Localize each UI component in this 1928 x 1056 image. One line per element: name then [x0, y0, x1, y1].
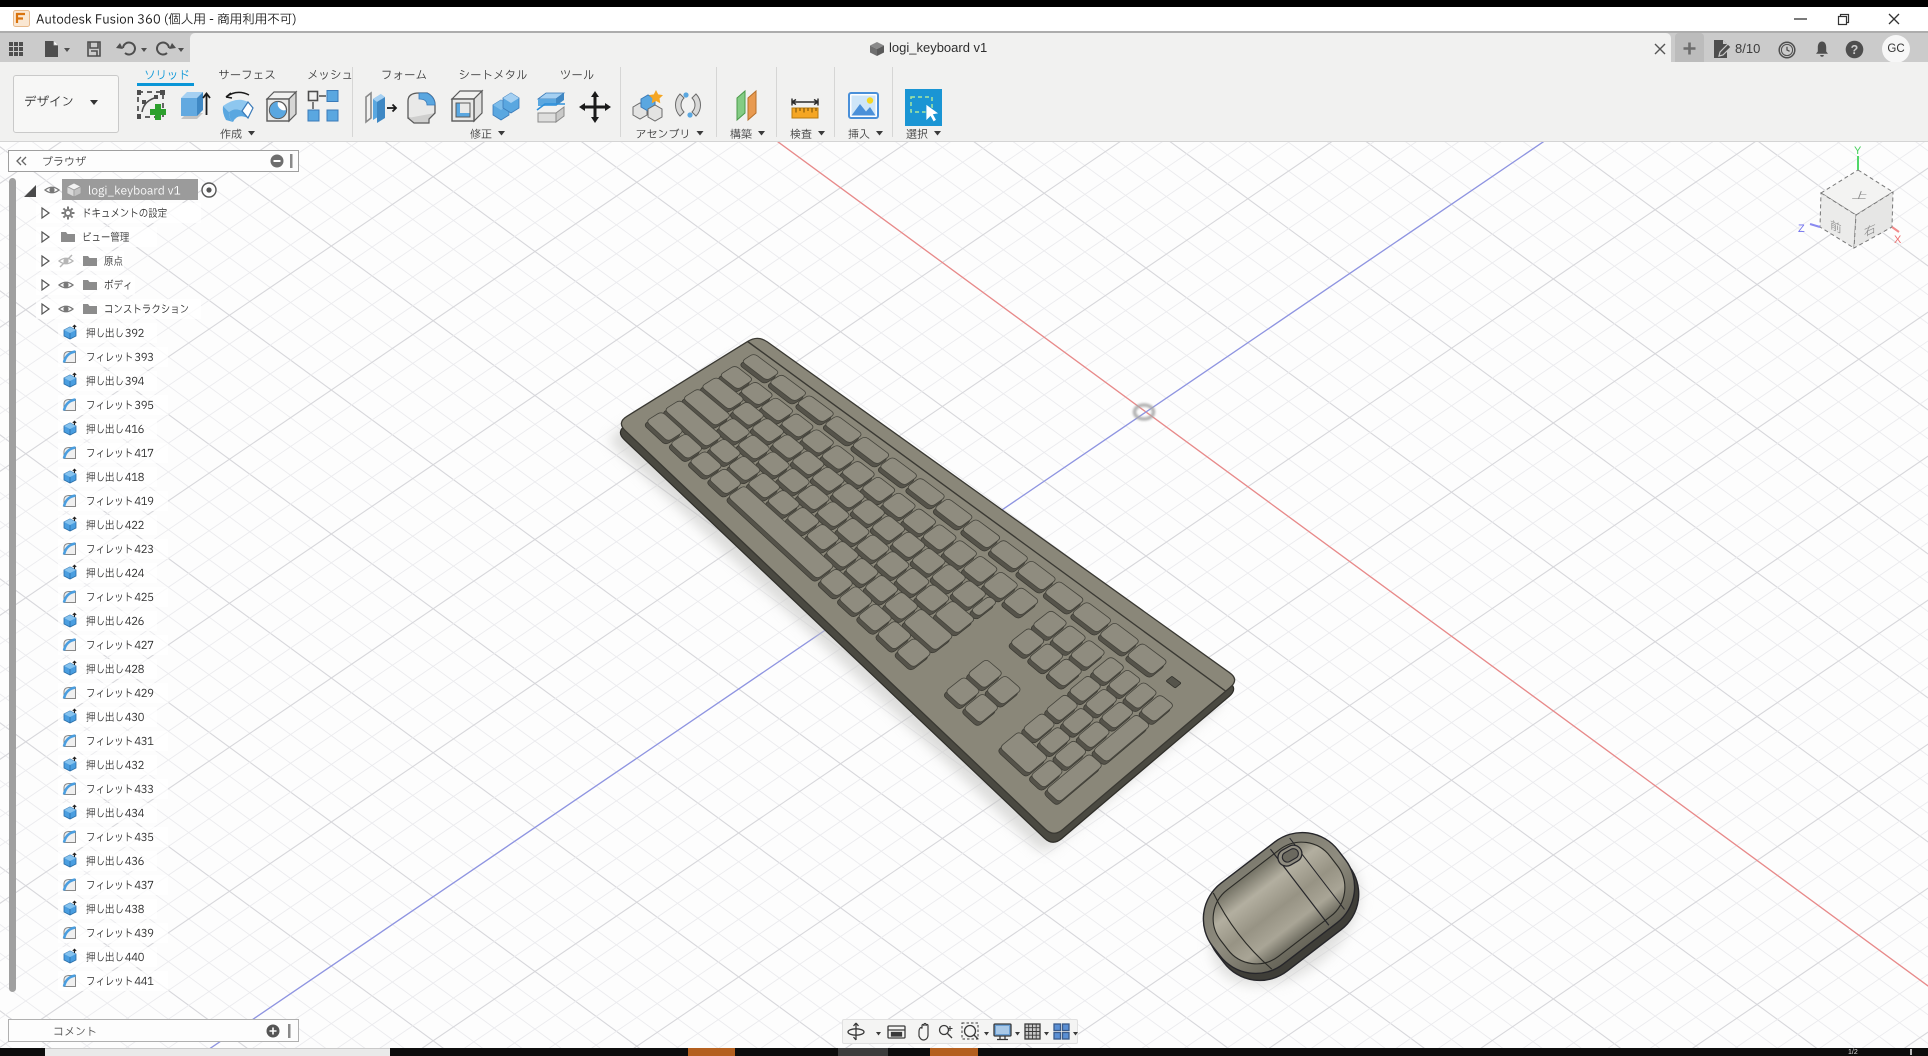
svg-text:Z: Z	[1798, 223, 1805, 235]
svg-text:Y: Y	[1854, 145, 1862, 157]
svg-text:X: X	[1894, 234, 1902, 246]
svg-text:?: ?	[1851, 43, 1859, 57]
